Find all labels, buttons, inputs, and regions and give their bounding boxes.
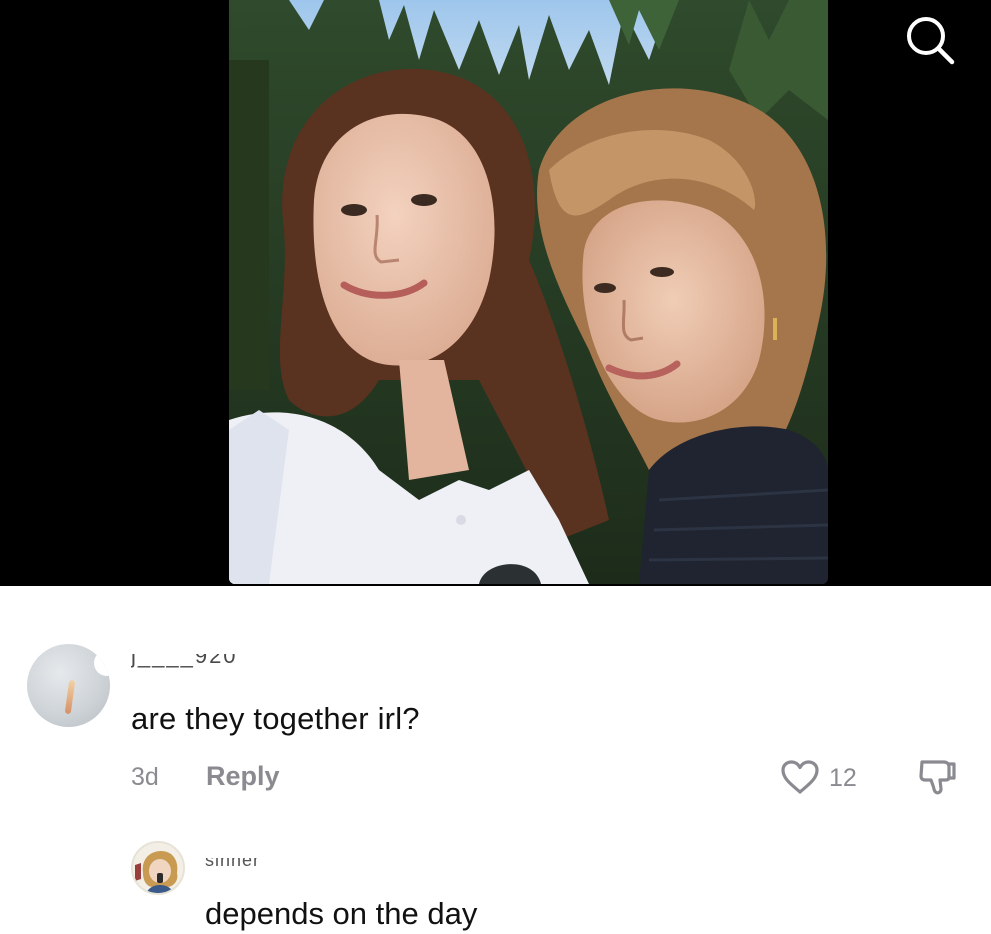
search-icon (907, 17, 955, 65)
reply-text: depends on the day (205, 896, 478, 931)
like-count: 12 (829, 764, 857, 792)
reply-avatar-image (133, 843, 183, 893)
reply-username[interactable]: sinner (205, 858, 260, 872)
comments-section: j____920 are they together irl? 3d Reply… (0, 586, 991, 934)
search-button[interactable] (904, 14, 956, 66)
dislike-button[interactable] (916, 756, 958, 798)
reply-button[interactable]: Reply (206, 761, 280, 792)
reply-avatar[interactable] (131, 841, 185, 895)
post-photo (229, 0, 828, 584)
avatar-flare (64, 679, 76, 715)
thumbs-down-icon (919, 760, 956, 795)
avatar[interactable] (27, 644, 110, 727)
comment-text: are they together irl? (131, 701, 420, 736)
avatar-cutout (94, 650, 110, 676)
comment-timestamp: 3d (131, 763, 159, 791)
video-player[interactable] (0, 0, 991, 586)
comment-username[interactable]: j____920 (131, 654, 238, 676)
heart-icon (781, 760, 819, 794)
like-button[interactable] (780, 759, 820, 795)
